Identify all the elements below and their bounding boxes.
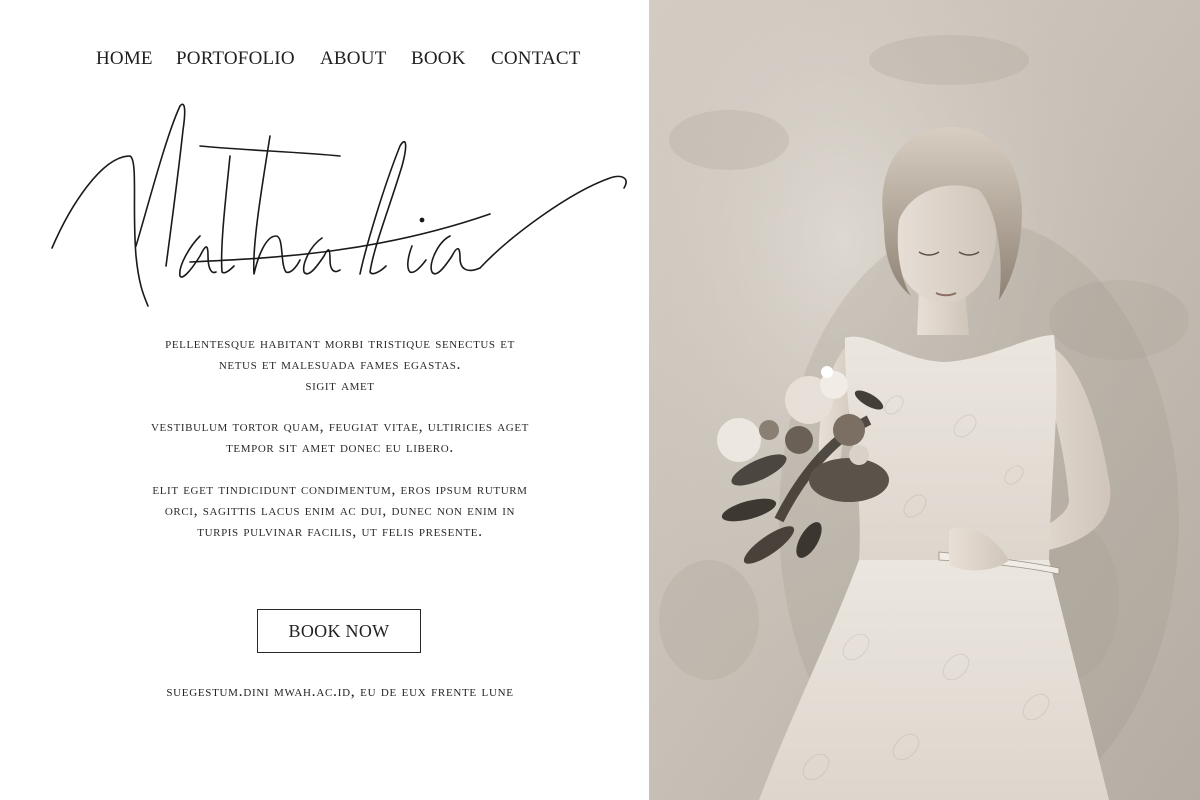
- paragraph-2-line: Vestibulum tortor quam, feugiat vitae, u…: [151, 418, 529, 435]
- bride-photo: [649, 0, 1200, 800]
- paragraph-1-line: Pellentesque habitant morbi tristique se…: [165, 335, 515, 352]
- book-now-button[interactable]: BOOK NOW: [257, 609, 421, 653]
- nav-home[interactable]: HOME: [96, 48, 153, 70]
- paragraph-3-line: Elit eget tindicidunt condimentum, eros …: [152, 481, 528, 498]
- paragraph-1-line: sigit amet: [305, 377, 375, 394]
- paragraph-3-line: orci, sagittis lacus enim ac dui, dunec …: [164, 502, 516, 519]
- paragraph-2-line: tempor sit amet donec eu libero.: [226, 439, 454, 456]
- nav-about[interactable]: ABOUT: [320, 48, 386, 70]
- paragraph-3: Elit eget tindicidunt condimentum, eros …: [60, 479, 620, 542]
- page: HOME PORTOFOLIO ABOUT BOOK CONTACT pelle…: [0, 0, 1200, 800]
- footer-text: suegestum.dini mwah.ac.id, eu de eux fre…: [166, 683, 514, 700]
- nav-book[interactable]: BOOK: [411, 48, 466, 70]
- left-panel: HOME PORTOFOLIO ABOUT BOOK CONTACT pelle…: [0, 0, 649, 800]
- paragraph-1: Pellentesque habitant morbi tristique se…: [60, 333, 620, 396]
- main-nav: HOME PORTOFOLIO ABOUT BOOK CONTACT: [0, 44, 649, 74]
- paragraph-3-line: turpis pulvinar facilis, ut felis presen…: [197, 523, 483, 540]
- paragraph-1-line: netus et malesuada fames egastas.: [218, 356, 462, 373]
- nav-portofolio[interactable]: PORTOFOLIO: [176, 48, 295, 70]
- script-title-logo: [40, 96, 640, 316]
- paragraph-2: Vestibulum tortor quam, feugiat vitae, u…: [60, 416, 620, 458]
- nav-contact[interactable]: CONTACT: [491, 48, 581, 70]
